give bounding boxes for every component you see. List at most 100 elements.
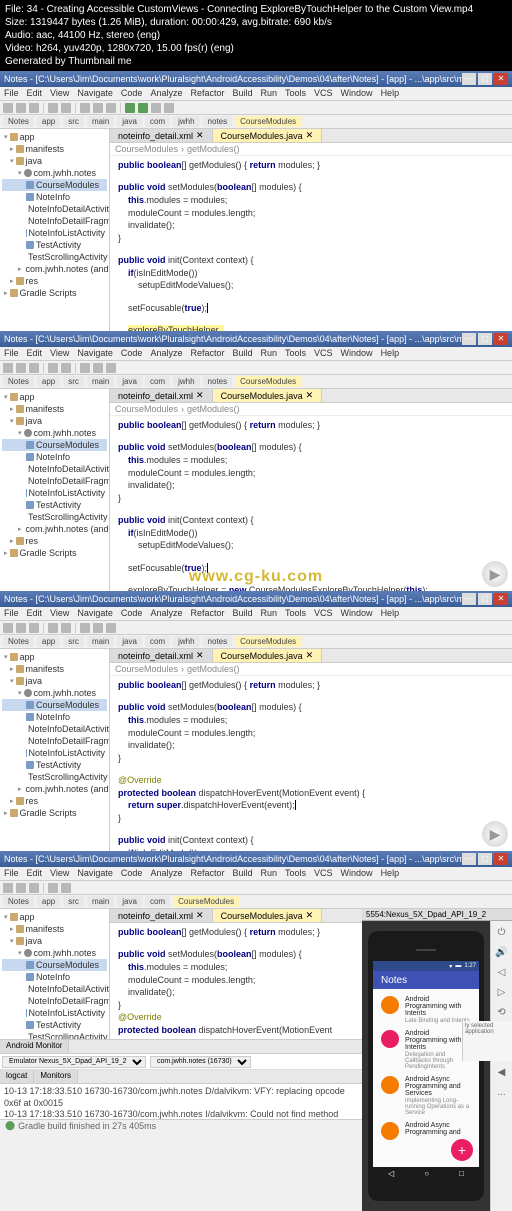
nav-chip[interactable]: com [145, 116, 170, 127]
android-monitor-tab[interactable]: Android Monitor [0, 1040, 69, 1053]
fab-add-button[interactable]: + [451, 1139, 473, 1161]
right-panel: ly selected application [462, 1021, 512, 1061]
monitors-tab[interactable]: Monitors [34, 1070, 78, 1083]
back-icon[interactable]: ◀ [495, 1065, 509, 1079]
maximize-button[interactable]: ▢ [478, 333, 492, 345]
menu-refactor[interactable]: Refactor [190, 88, 224, 99]
gradle-status: ⬤Gradle build finished in 27s 405ms [0, 1119, 362, 1131]
code-content[interactable]: public boolean[] getModules() { return m… [110, 156, 512, 355]
course-icon [381, 996, 399, 1014]
cut-icon[interactable] [80, 103, 90, 113]
menu-run[interactable]: Run [261, 88, 278, 99]
editor-tab-active[interactable]: CourseModules.java✕ [213, 129, 323, 142]
power-icon[interactable]: ⏻ [495, 925, 509, 939]
undo-icon[interactable] [48, 103, 58, 113]
close-button[interactable]: ✕ [494, 73, 508, 85]
sync-icon[interactable] [29, 103, 39, 113]
screenshot-icon[interactable]: ⟲ [495, 1005, 509, 1019]
tree-item[interactable]: NoteInfoListActivity [2, 227, 107, 239]
menu-code[interactable]: Code [121, 88, 143, 99]
nav-chip[interactable]: app [37, 116, 60, 127]
menu-analyze[interactable]: Analyze [150, 88, 182, 99]
menu-build[interactable]: Build [232, 88, 252, 99]
ide-panel-2: Notes - [C:\Users\Jim\Documents\work\Plu… [0, 331, 512, 591]
window-titlebar: Notes - [C:\Users\Jim\Documents\work\Plu… [0, 71, 512, 87]
project-tree[interactable]: ▾app ▸manifests ▾java ▾com.jwhh.notes Co… [0, 129, 110, 355]
tree-item[interactable]: ▸manifests [2, 143, 107, 155]
tree-item[interactable]: NoteInfo [2, 191, 107, 203]
toolbar [0, 101, 512, 115]
run-icon[interactable] [125, 103, 135, 113]
save-icon[interactable] [16, 103, 26, 113]
nav-chip[interactable]: jwhh [173, 116, 199, 127]
phone-list[interactable]: Android Programming with IntentsLate Bin… [373, 989, 479, 1167]
app-select[interactable]: com.jwhh.notes (16730) [150, 1056, 251, 1068]
tree-item[interactable]: ▾com.jwhh.notes [2, 167, 107, 179]
menu-view[interactable]: View [50, 88, 69, 99]
emulator-toolbar: ⏻ 🔊 ◁ ▷ ⟲ 📷 ⊙ ◀ ... [490, 921, 512, 1211]
tree-root: ▾app [2, 131, 107, 143]
rotate-left-icon[interactable]: ◁ [495, 965, 509, 979]
tree-item[interactable]: ▸com.jwhh.notes (androidTest) [2, 263, 107, 275]
open-icon[interactable] [3, 103, 13, 113]
nav-chip[interactable]: notes [203, 116, 233, 127]
volume-icon[interactable]: 🔊 [495, 945, 509, 959]
course-icon [381, 1030, 399, 1048]
phone-appbar: Notes [373, 971, 479, 989]
code-breadcrumb: CourseModules›getModules() [110, 143, 512, 156]
avd-icon[interactable] [151, 103, 161, 113]
nav-chip[interactable]: java [117, 116, 142, 127]
list-item[interactable]: Android Async Programming and ServicesIm… [373, 1073, 479, 1119]
video-metadata: File: 34 - Creating Accessible CustomVie… [0, 0, 512, 71]
tree-item[interactable]: TestActivity [2, 239, 107, 251]
sdk-icon[interactable] [164, 103, 174, 113]
more-icon[interactable]: ... [495, 1085, 509, 1099]
phone-statusbar: ▾▬1:27 [373, 961, 479, 971]
nav-chip[interactable]: CourseModules [235, 116, 301, 127]
redo-icon[interactable] [61, 103, 71, 113]
rotate-right-icon[interactable]: ▷ [495, 985, 509, 999]
menu-edit[interactable]: Edit [27, 88, 43, 99]
log-output: 10-13 17:18:33.510 16730-16730/com.jwhh.… [0, 1084, 362, 1119]
emulator-view[interactable]: ▾▬1:27 Notes Android Programming with In… [362, 921, 490, 1211]
minimize-button[interactable]: — [462, 73, 476, 85]
tree-item[interactable]: TestScrollingActivity [2, 251, 107, 263]
device-select[interactable]: Emulator Nexus_5X_Dpad_API_19_2 [2, 1056, 146, 1068]
menu-vcs[interactable]: VCS [314, 88, 333, 99]
menu-navigate[interactable]: Navigate [77, 88, 113, 99]
tree-item[interactable]: ▸res [2, 275, 107, 287]
tree-item-selected[interactable]: CourseModules [2, 179, 107, 191]
ide-panel-3: Notes - [C:\Users\Jim\Documents\work\Plu… [0, 591, 512, 851]
menu-tools[interactable]: Tools [285, 88, 306, 99]
ide-panel-4: Notes - [C:\Users\Jim\Documents\work\Plu… [0, 851, 512, 1211]
debug-icon[interactable] [138, 103, 148, 113]
nav-chip[interactable]: Notes [3, 116, 34, 127]
menubar: File Edit View Navigate Code Analyze Ref… [0, 87, 512, 101]
menu-file[interactable]: File [4, 88, 19, 99]
maximize-button[interactable]: ▢ [478, 73, 492, 85]
next-arrow-icon[interactable]: ▶ [482, 821, 508, 847]
tree-item[interactable]: ▸Gradle Scripts [2, 287, 107, 299]
ide-panel-1: Notes - [C:\Users\Jim\Documents\work\Plu… [0, 71, 512, 331]
breadcrumb-nav: Notes app src main java com jwhh notes C… [0, 115, 512, 129]
menu-help[interactable]: Help [381, 88, 400, 99]
code-editor[interactable]: noteinfo_detail.xml✕ CourseModules.java✕… [110, 129, 512, 355]
course-icon [381, 1122, 399, 1140]
tree-item[interactable]: NoteInfoDetailFragment [2, 215, 107, 227]
editor-tab[interactable]: noteinfo_detail.xml✕ [110, 129, 213, 142]
minimize-button[interactable]: — [462, 333, 476, 345]
window-titlebar: Notes - [C:\Users\Jim\Documents\work\Plu… [0, 331, 512, 347]
paste-icon[interactable] [106, 103, 116, 113]
android-monitor-panel[interactable]: Android Monitor Emulator Nexus_5X_Dpad_A… [0, 1039, 362, 1119]
next-arrow-icon[interactable]: ▶ [482, 561, 508, 587]
tree-item[interactable]: ▾java [2, 155, 107, 167]
nav-chip[interactable]: src [63, 116, 84, 127]
logcat-tab[interactable]: logcat [0, 1070, 34, 1083]
course-icon [381, 1076, 399, 1094]
phone-navbar[interactable]: ◁○□ [373, 1167, 479, 1179]
nav-chip[interactable]: main [87, 116, 114, 127]
close-button[interactable]: ✕ [494, 333, 508, 345]
tree-item[interactable]: NoteInfoDetailActivity [2, 203, 107, 215]
menu-window[interactable]: Window [341, 88, 373, 99]
copy-icon[interactable] [93, 103, 103, 113]
